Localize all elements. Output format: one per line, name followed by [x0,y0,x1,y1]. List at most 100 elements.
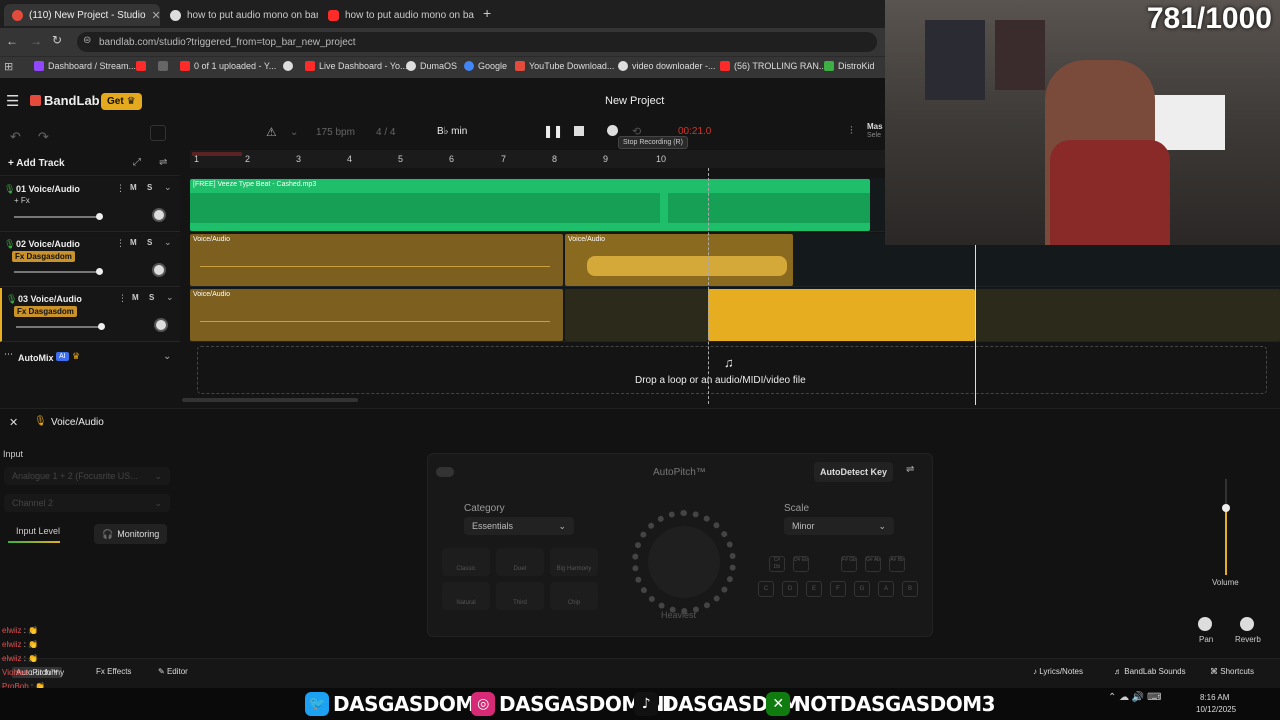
forward-icon[interactable]: → [30,34,42,48]
chevron-down-icon[interactable]: ⌄ [290,127,298,138]
chevron-down-icon[interactable]: ⌄ [166,292,174,303]
effect-duet[interactable]: Duet [496,548,544,576]
undo-icon[interactable]: ↶ [10,129,21,145]
tab-video-2[interactable]: how to put audio mono on ba ✕ [320,4,480,26]
audio-clip[interactable]: Voice/Audio [565,234,793,286]
new-tab-button[interactable]: + [483,5,491,21]
bpm-value[interactable]: 175 bpm [316,127,355,138]
more-icon[interactable]: ⋮ [116,238,125,249]
audio-clip[interactable]: [FREE] Veeze Type Beat - Cashed.mp3 [190,179,870,231]
sharp-key-button[interactable]: D# Eb [793,556,809,572]
more-icon[interactable]: ⋮ [118,293,127,304]
apps-grid-icon[interactable]: ⊞ [4,60,13,73]
bookmark-item[interactable]: video downloader -... [618,61,716,71]
project-title[interactable]: New Project [605,95,664,107]
pan-knob[interactable] [152,263,166,277]
track-header[interactable]: 🎙 01 Voice/Audio ⋮ M S ⌄ + Fx [0,178,180,232]
tab-new-project[interactable]: (110) New Project - Studio ✕ [4,4,160,26]
pause-icon[interactable]: ❚❚ [543,124,563,138]
solo-button[interactable]: S [147,238,152,247]
effect-third[interactable]: Third [496,582,544,610]
bookmark-item[interactable]: DistroKid [824,61,875,71]
sounds-button[interactable]: ♬ BandLab Sounds [1114,667,1186,676]
loop-region[interactable] [192,152,242,156]
site-info-icon[interactable]: ⊜ [83,35,91,46]
horizontal-scrollbar[interactable] [182,398,358,402]
automation-icon[interactable]: ⤢ [133,157,141,168]
mute-button[interactable]: M [130,238,137,247]
automix-row[interactable]: ⋯ AutoMix AI ♛ ⌄ [0,343,180,371]
mixer-icon[interactable]: ⫶ [850,125,853,138]
clip-icon[interactable] [150,125,166,141]
category-select[interactable]: Essentials ⌄ [464,517,574,535]
volume-slider[interactable] [16,323,105,330]
autodetect-key-button[interactable]: AutoDetect Key [814,462,894,482]
chevron-down-icon[interactable]: ⌄ [164,237,172,248]
bookmark-item[interactable] [136,61,146,71]
reload-icon[interactable]: ↻ [52,33,62,47]
audio-clip[interactable]: Voice/Audio [190,234,563,286]
track-name[interactable]: 03 Voice/Audio [18,294,82,304]
get-button[interactable]: Get ♛ [101,93,142,110]
monitoring-button[interactable]: 🎧 Monitoring [94,524,168,544]
chevron-down-icon[interactable]: ⌄ [164,182,172,193]
add-track-button[interactable]: + Add Track [8,158,65,169]
amount-knob[interactable] [632,510,736,614]
volume-slider[interactable] [14,268,103,275]
shortcuts-button[interactable]: ⌘ Shortcuts [1210,667,1254,676]
key-button[interactable]: A [878,581,894,597]
key-button[interactable]: D [782,581,798,597]
fx-preset-badge[interactable]: Fx Dasgasdom [14,306,77,317]
input-device-select[interactable]: Analogue 1 + 2 (Focusrite US... ⌄ [4,467,170,485]
bookmark-item[interactable]: Google [464,61,507,71]
bookmark-item[interactable]: Dashboard / Stream... [34,61,136,71]
key-button[interactable]: B [902,581,918,597]
effect-chip[interactable]: Chip [550,582,598,610]
close-icon[interactable]: ✕ [9,416,18,429]
pan-knob[interactable] [1198,617,1212,631]
track-header[interactable]: 🎙 02 Voice/Audio ⋮ M S ⌄ Fx Dasgasdom [0,233,180,287]
add-fx-button[interactable]: + Fx [14,196,30,205]
settings-icon[interactable]: ⇌ [159,157,167,168]
solo-button[interactable]: S [149,293,154,302]
metronome-icon[interactable]: ⚠ [266,125,277,139]
sharp-key-button[interactable]: A# Bb [889,556,905,572]
drop-zone[interactable]: ♫ Drop a loop or an audio/MIDI/video fil… [197,346,1267,394]
bookmark-item[interactable] [283,61,293,71]
effect-classic[interactable]: Classic [442,548,490,576]
sharp-key-button[interactable]: C# Db [769,556,785,572]
tab-editor[interactable]: ✎ Editor [158,667,188,676]
track-name[interactable]: 02 Voice/Audio [16,239,80,249]
key-button[interactable]: F [830,581,846,597]
chevron-down-icon[interactable]: ⌄ [163,351,171,362]
solo-button[interactable]: S [147,183,152,192]
pan-knob[interactable] [154,318,168,332]
mute-button[interactable]: M [132,293,139,302]
effect-natural[interactable]: Natural [442,582,490,610]
sliders-icon[interactable]: ⇌ [906,464,914,475]
autopitch-toggle[interactable] [436,467,454,477]
menu-icon[interactable]: ☰ [6,92,19,110]
bookmark-item[interactable] [158,61,168,71]
volume-slider[interactable] [1222,479,1230,575]
track-name[interactable]: 01 Voice/Audio [16,184,80,194]
lyrics-button[interactable]: ♪ Lyrics/Notes [1033,667,1083,676]
tab-video-1[interactable]: how to put audio mono on ban ✕ [162,4,318,26]
bookmark-item[interactable]: (56) TROLLING RAN... [720,61,826,71]
track-header[interactable]: 🎙 03 Voice/Audio ⋮ M S ⌄ Fx Dasgasdom [0,288,180,342]
key-button[interactable]: C [758,581,774,597]
close-icon[interactable]: ✕ [152,9,160,22]
pan-knob[interactable] [152,208,166,222]
time-signature[interactable]: 4 / 4 [376,127,395,138]
mute-button[interactable]: M [130,183,137,192]
recording-clip[interactable] [708,289,975,341]
record-icon[interactable] [607,125,618,136]
key-button[interactable]: E [806,581,822,597]
bookmark-item[interactable]: YouTube Download... [515,61,614,71]
effect-big-harmony[interactable]: Big Harmony [550,548,598,576]
redo-icon[interactable]: ↷ [38,129,49,145]
reverb-knob[interactable] [1240,617,1254,631]
sharp-key-button[interactable]: F# Gb [841,556,857,572]
sharp-key-button[interactable]: G# Ab [865,556,881,572]
track-lane[interactable]: Voice/Audio [190,288,1280,342]
